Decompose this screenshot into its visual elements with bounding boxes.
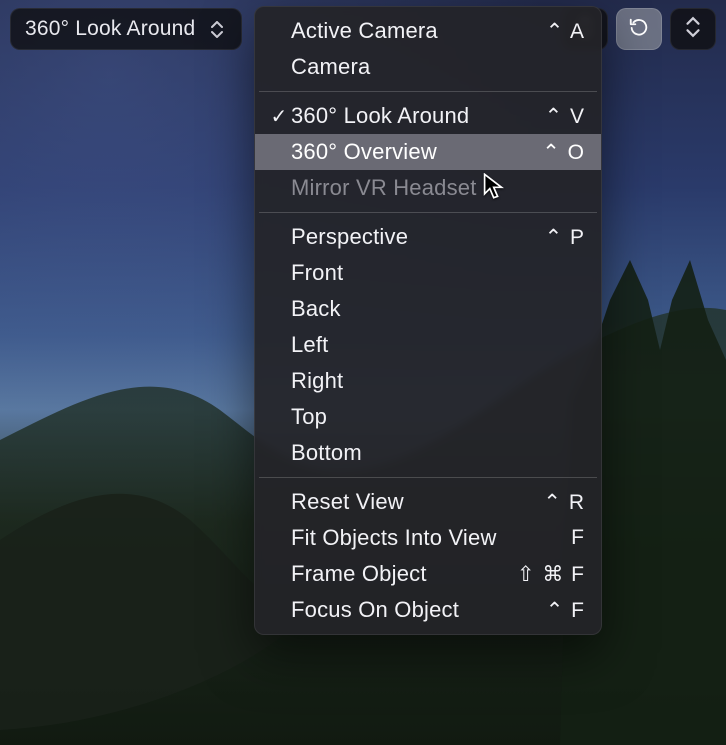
menu-item-reset-view[interactable]: Reset View⌃ R [255,484,601,520]
menu-item-shortcut: ⌃ V [545,104,585,129]
pan-dolly-tool-button[interactable] [670,8,716,50]
menu-item-label: Mirror VR Headset [291,175,585,201]
menu-item-label: Focus On Object [291,597,546,623]
menu-item-fit-objects[interactable]: Fit Objects Into ViewF [255,520,601,556]
menu-item-label: Top [291,404,585,430]
menu-item-shortcut: ⌃ A [546,19,585,44]
camera-mode-dropdown[interactable]: 360° Look Around [10,8,242,50]
camera-mode-menu: Active Camera⌃ ACamera✓360° Look Around⌃… [254,6,602,635]
menu-item-right[interactable]: Right [255,363,601,399]
menu-item-mirror-vr: Mirror VR Headset [255,170,601,206]
chevron-up-down-icon [682,16,704,42]
menu-item-frame-object[interactable]: Frame Object⇧ ⌘ F [255,556,601,592]
dropdown-stepper-icon [203,21,231,38]
menu-item-label: Back [291,296,585,322]
checkmark-icon: ✓ [267,104,291,129]
menu-item-label: 360° Look Around [291,103,545,129]
menu-item-focus-object[interactable]: Focus On Object⌃ F [255,592,601,628]
menu-item-360-overview[interactable]: 360° Overview⌃ O [255,134,601,170]
camera-mode-label: 360° Look Around [25,17,195,41]
menu-item-shortcut: ⌃ O [542,140,585,165]
menu-item-shortcut: ⌃ R [543,490,585,515]
orbit-tool-button[interactable] [616,8,662,50]
menu-item-label: Bottom [291,440,585,466]
menu-item-shortcut: ⇧ ⌘ F [517,562,585,587]
menu-item-360-look-around[interactable]: ✓360° Look Around⌃ V [255,98,601,134]
menu-item-bottom[interactable]: Bottom [255,435,601,471]
menu-item-label: Left [291,332,585,358]
menu-separator [259,212,597,213]
menu-item-label: Frame Object [291,561,517,587]
menu-item-label: Fit Objects Into View [291,525,571,551]
menu-item-left[interactable]: Left [255,327,601,363]
menu-item-label: Active Camera [291,18,546,44]
menu-item-label: Right [291,368,585,394]
menu-item-label: Reset View [291,489,543,515]
menu-item-front[interactable]: Front [255,255,601,291]
menu-item-label: Camera [291,54,585,80]
menu-item-shortcut: ⌃ P [545,225,585,250]
menu-separator [259,477,597,478]
menu-item-shortcut: ⌃ F [546,598,585,623]
menu-item-label: Perspective [291,224,545,250]
menu-item-label: Front [291,260,585,286]
menu-item-top[interactable]: Top [255,399,601,435]
menu-item-camera[interactable]: Camera [255,49,601,85]
menu-item-shortcut: F [571,526,585,550]
menu-item-active-camera[interactable]: Active Camera⌃ A [255,13,601,49]
menu-separator [259,91,597,92]
menu-item-perspective[interactable]: Perspective⌃ P [255,219,601,255]
menu-item-label: 360° Overview [291,139,542,165]
menu-item-back[interactable]: Back [255,291,601,327]
orbit-icon [628,16,650,42]
